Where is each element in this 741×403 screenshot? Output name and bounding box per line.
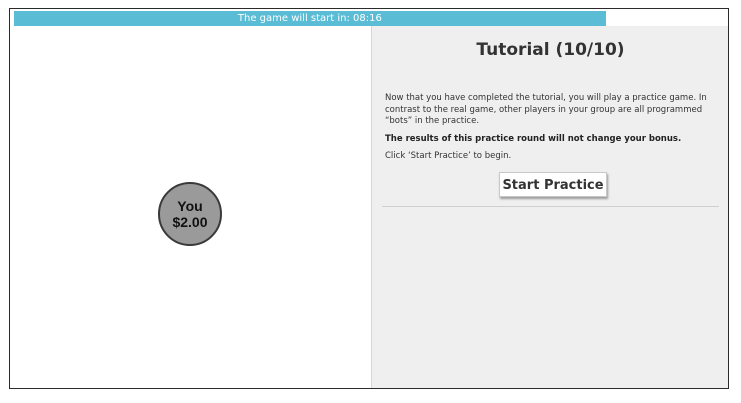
start-instruction-text: Click ‘Start Practice’ to begin. — [385, 151, 512, 161]
countdown-progress-bar: The game will start in: 08:16 — [14, 11, 727, 26]
player-label: You — [177, 198, 203, 214]
network-pane: You $2.00 — [10, 26, 371, 388]
tutorial-panel: Tutorial (10/10) Now that you have compl… — [371, 26, 728, 388]
player-node: You $2.00 — [158, 182, 222, 246]
start-practice-button[interactable]: Start Practice — [499, 172, 607, 197]
panel-divider — [382, 206, 719, 207]
tutorial-title: Tutorial (10/10) — [476, 40, 625, 60]
countdown-text: The game will start in: 08:16 — [237, 13, 382, 24]
player-amount: $2.00 — [172, 214, 208, 230]
game-frame: The game will start in: 08:16 You $2.00 … — [9, 8, 729, 389]
bonus-warning-text: The results of this practice round will … — [385, 134, 682, 144]
tutorial-intro-text: Now that you have completed the tutorial… — [385, 93, 707, 126]
